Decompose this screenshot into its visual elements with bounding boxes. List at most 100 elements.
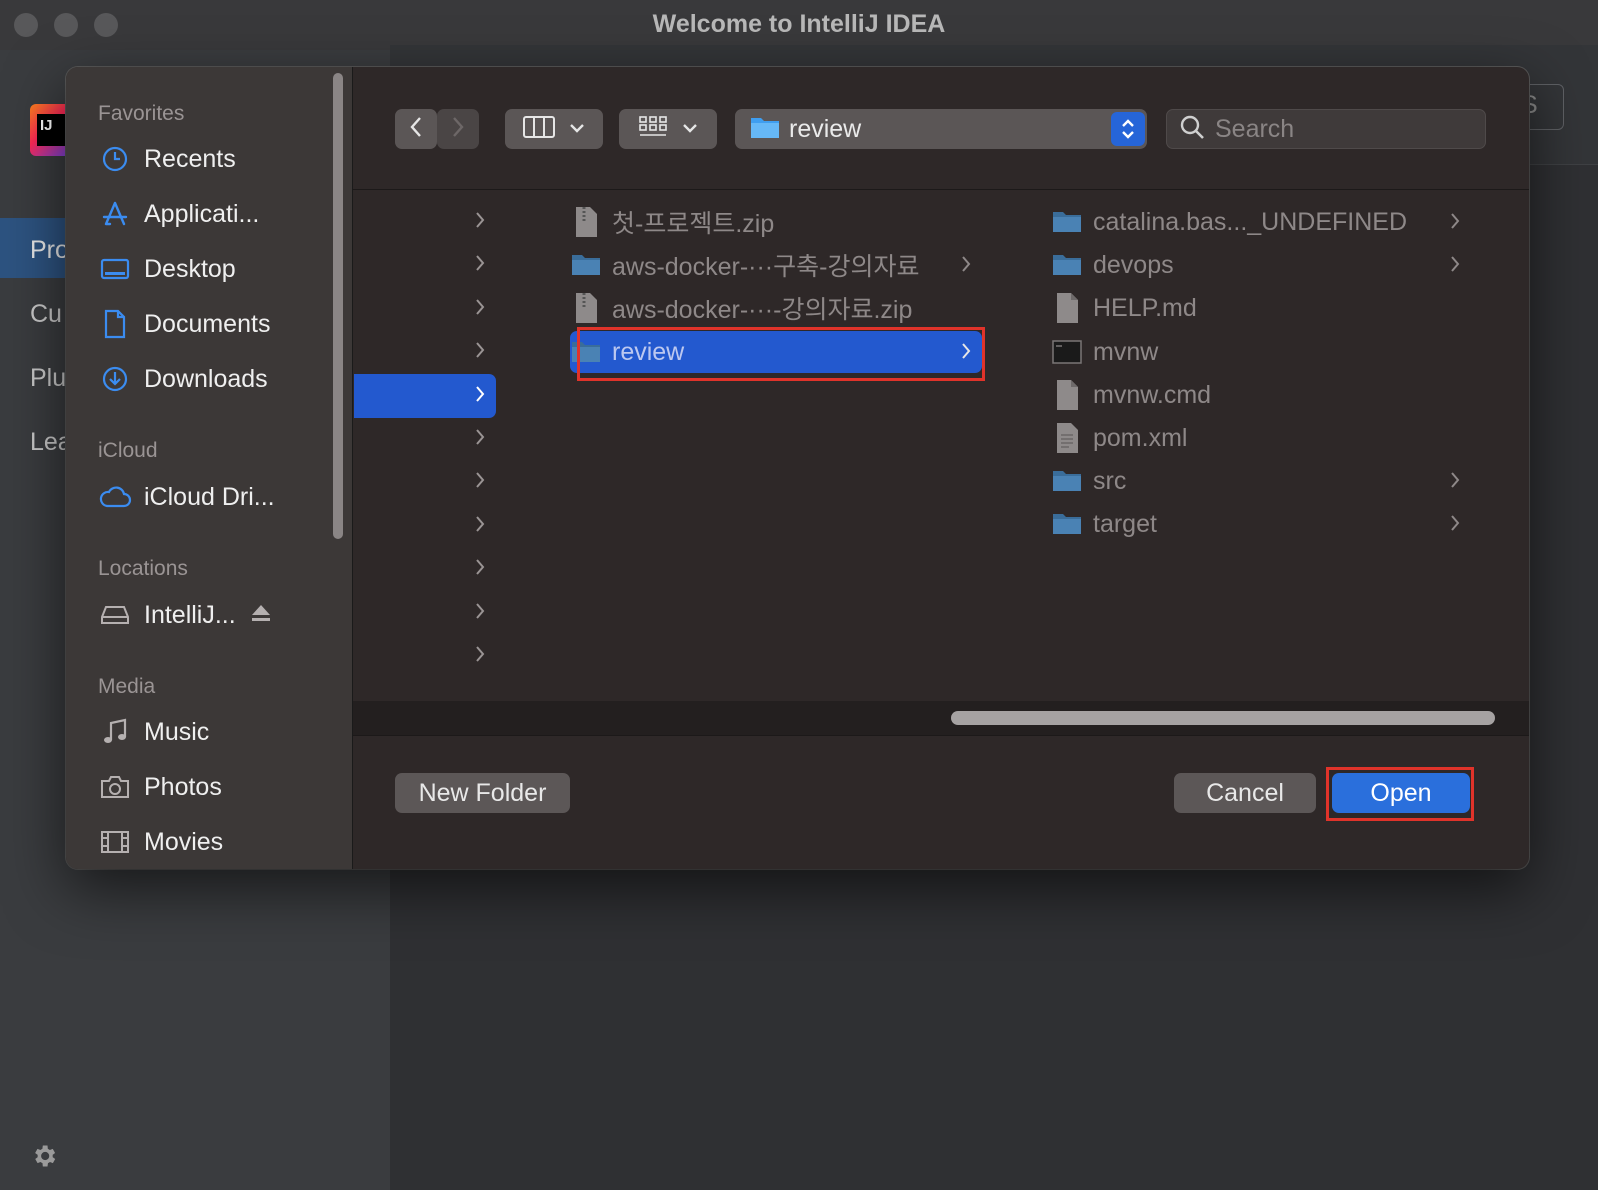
file-row-aws-docker-folder[interactable]: aws-docker-···구축-강의자료 (570, 244, 982, 286)
file-name: aws-docker-···-강의자료.zip (612, 296, 913, 324)
sidebar-item-label: Documents (144, 309, 271, 338)
file-row-target[interactable]: target (1051, 503, 1471, 545)
camera-icon (98, 770, 132, 804)
sidebar-item-music[interactable]: Music (98, 712, 328, 752)
folder-icon (1051, 465, 1083, 497)
sidebar-item-documents[interactable]: Documents (98, 304, 328, 344)
file-name: HELP.md (1093, 293, 1197, 322)
columns-view-icon (523, 115, 555, 144)
file-name: src (1093, 466, 1127, 495)
chevron-right-icon (474, 427, 486, 452)
welcome-nav-plugins[interactable]: Plu (0, 346, 70, 406)
sidebar-item-desktop[interactable]: Desktop (98, 249, 328, 289)
sidebar-item-applications[interactable]: Applicati... (98, 194, 328, 234)
zip-file-icon (570, 292, 602, 324)
file-name: aws-docker-···구축-강의자료 (612, 253, 920, 281)
file-row-pom-xml[interactable]: pom.xml (1051, 417, 1471, 459)
file-row-help-md[interactable]: HELP.md (1051, 287, 1471, 329)
sidebar-item-recents[interactable]: Recents (98, 139, 328, 179)
sidebar-item-movies[interactable]: Movies (98, 822, 328, 862)
forward-button[interactable] (437, 109, 479, 149)
welcome-nav-projects[interactable]: Pro (0, 218, 70, 278)
file-row-aws-docker-zip[interactable]: aws-docker-···-강의자료.zip (570, 287, 982, 329)
chevron-right-icon (1449, 470, 1461, 495)
intellij-logo-icon: IJ (30, 104, 70, 156)
parent-column-row[interactable] (354, 547, 496, 591)
toolbar-divider (353, 189, 1529, 190)
view-mode-columns-button[interactable] (505, 109, 603, 149)
welcome-nav-customize[interactable]: Cu (0, 282, 70, 342)
parent-column-row[interactable] (354, 373, 496, 418)
sidebar-item-label: Desktop (144, 254, 236, 283)
parent-column-row[interactable] (354, 417, 496, 461)
parent-column-row[interactable] (354, 591, 496, 635)
sidebar-item-downloads[interactable]: Downloads (98, 359, 328, 399)
back-button[interactable] (395, 109, 437, 149)
cancel-button[interactable]: Cancel (1174, 773, 1316, 813)
parent-column-row[interactable] (354, 634, 496, 678)
new-folder-button[interactable]: New Folder (395, 773, 570, 813)
welcome-nav-learn[interactable]: Lea (0, 410, 72, 470)
folder-icon (749, 113, 781, 146)
chevron-right-icon (474, 340, 486, 365)
parent-column-row[interactable] (354, 504, 496, 548)
parent-column-row[interactable] (354, 460, 496, 504)
search-field[interactable] (1166, 109, 1486, 149)
sidebar-item-label: Recents (144, 144, 236, 173)
file-row-mvnw[interactable]: mvnw (1051, 331, 1471, 373)
sidebar-item-label: Photos (144, 772, 222, 801)
path-popup-label: review (789, 114, 862, 143)
chevron-down-icon (682, 120, 698, 138)
file-name: mvnw.cmd (1093, 380, 1212, 409)
file-row-mvnw-cmd[interactable]: mvnw.cmd (1051, 374, 1471, 416)
chevron-right-icon (1449, 513, 1461, 538)
dialog-sidebar: Favorites Recents Applicati... Desktop D… (66, 67, 353, 869)
sidebar-item-label: Music (144, 717, 210, 746)
sidebar-item-label: IntelliJ... (144, 600, 236, 629)
film-icon (98, 825, 132, 859)
file-name: review (612, 337, 685, 366)
chevron-right-icon (474, 384, 486, 409)
downloads-icon (98, 362, 132, 396)
chevron-right-icon (474, 297, 486, 322)
sidebar-item-intellij-volume[interactable]: IntelliJ... (98, 595, 328, 635)
locations-header: Locations (98, 557, 188, 580)
horizontal-scrollbar[interactable] (951, 711, 1495, 725)
chevron-left-icon (409, 115, 423, 144)
open-button[interactable]: Open (1332, 773, 1470, 813)
chevron-right-icon (474, 210, 486, 235)
terminal-icon (1051, 336, 1083, 368)
file-name: target (1093, 509, 1157, 538)
search-input[interactable] (1215, 114, 1455, 144)
favorites-header: Favorites (98, 102, 185, 125)
chevron-right-icon (451, 115, 465, 144)
disk-icon (98, 598, 132, 632)
parent-column-row[interactable] (354, 243, 496, 287)
applications-icon (98, 197, 132, 231)
gear-icon[interactable] (30, 1142, 58, 1175)
chevron-right-icon (1449, 211, 1461, 236)
zip-file-icon (570, 206, 602, 238)
parent-column-row[interactable] (354, 287, 496, 331)
sidebar-scrollbar[interactable] (333, 73, 343, 539)
parent-column-row[interactable] (354, 330, 496, 374)
sidebar-item-icloud-drive[interactable]: iCloud Dri... (98, 477, 328, 517)
up-down-chevron-icon (1111, 112, 1145, 146)
sidebar-item-photos[interactable]: Photos (98, 767, 328, 807)
file-row-review-folder[interactable]: review (570, 331, 982, 373)
parent-column-row[interactable] (354, 200, 496, 244)
file-row-devops[interactable]: devops (1051, 244, 1471, 286)
file-row-src[interactable]: src (1051, 460, 1471, 502)
file-row-zip-project[interactable]: 첫-프로젝트.zip (570, 201, 982, 243)
chevron-right-icon (960, 254, 972, 279)
path-popup-button[interactable]: review (735, 109, 1147, 149)
group-mode-button[interactable] (619, 109, 717, 149)
folder-icon (570, 249, 602, 281)
eject-icon[interactable] (250, 603, 272, 628)
sidebar-item-label: Downloads (144, 364, 268, 393)
chevron-right-icon (474, 253, 486, 278)
file-row-catalina[interactable]: catalina.bas..._UNDEFINED (1051, 201, 1471, 243)
file-name: 첫-프로젝트.zip (612, 210, 775, 238)
search-icon (1179, 114, 1205, 145)
folder-icon (570, 336, 602, 368)
